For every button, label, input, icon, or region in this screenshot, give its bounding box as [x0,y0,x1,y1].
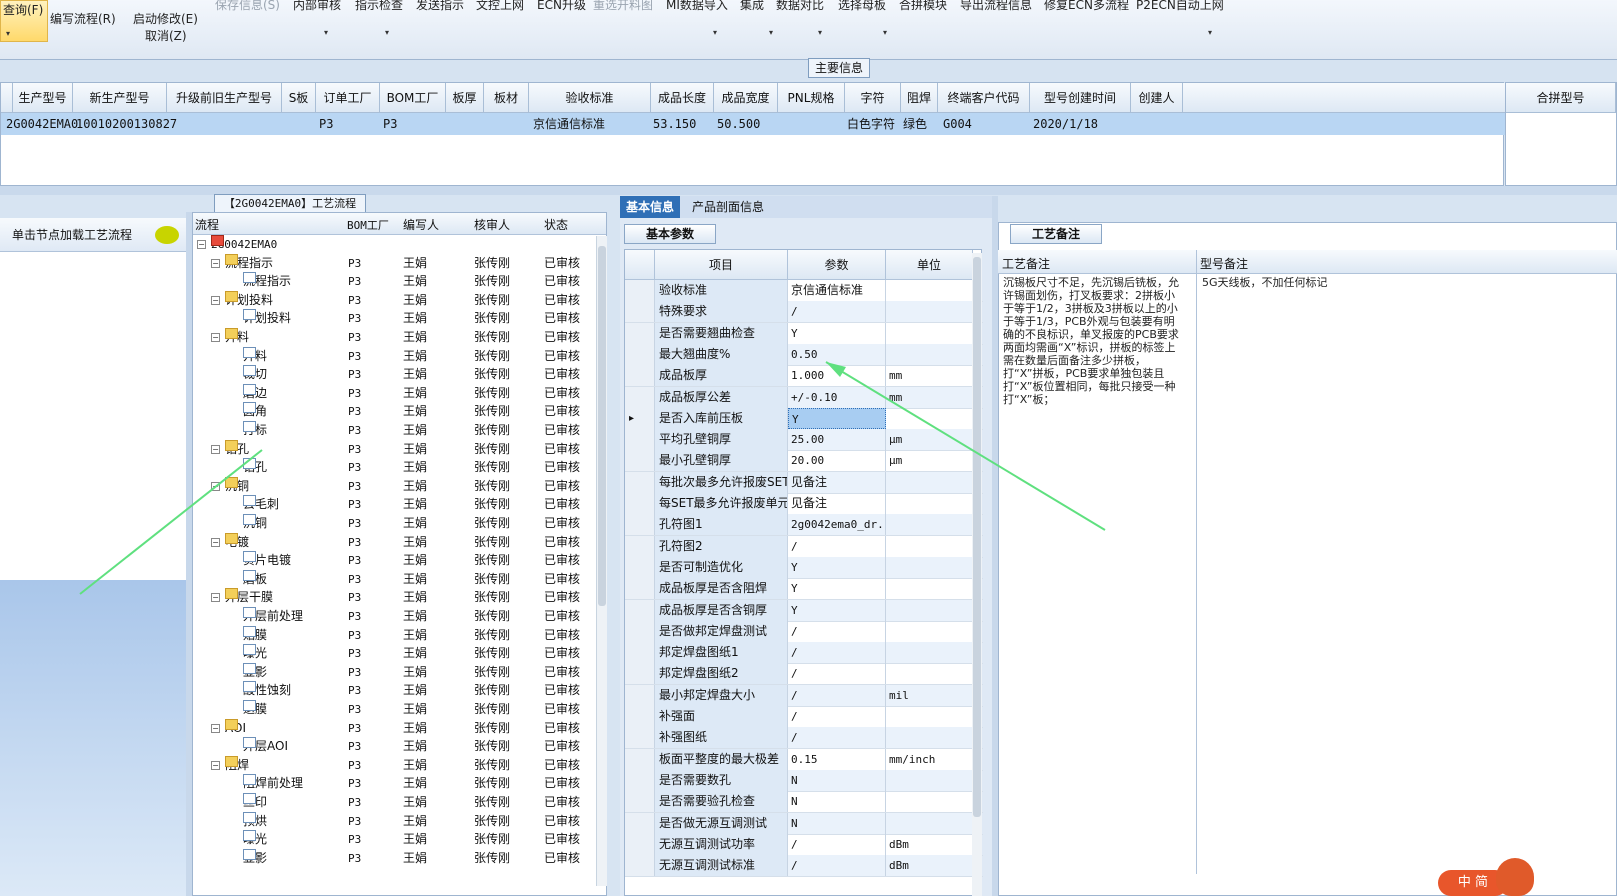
fox-mascot-icon[interactable] [1496,858,1534,896]
annotation-arrows [79,361,1106,595]
annotation-arrow-line [825,361,1106,531]
annotation-arrow-line [79,449,263,595]
annotation-arrowhead [826,362,846,377]
mascot-widget[interactable]: 中 简 [1438,858,1558,896]
